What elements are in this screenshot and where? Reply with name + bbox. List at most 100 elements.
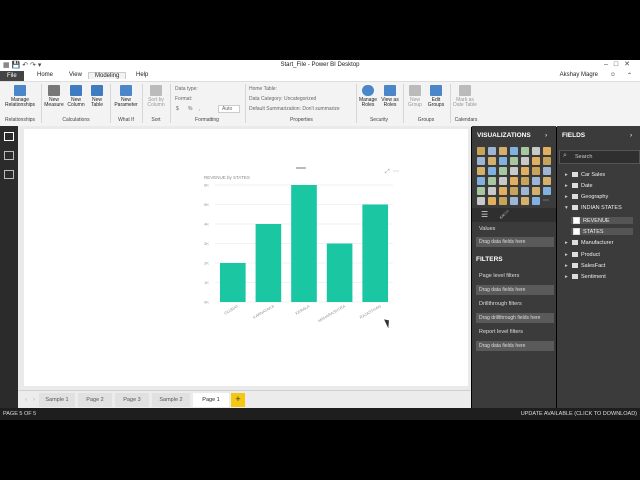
home-table-dropdown[interactable]: Home Table: bbox=[249, 86, 277, 92]
report-view-icon[interactable] bbox=[4, 132, 14, 141]
sort-by-column-button[interactable]: Sort by Column bbox=[145, 85, 167, 108]
visual-type-icon[interactable] bbox=[477, 157, 485, 165]
new-table-button[interactable]: New Table bbox=[88, 85, 106, 108]
visual-type-icon[interactable] bbox=[477, 167, 485, 175]
window-controls[interactable]: –□✕ bbox=[604, 60, 636, 68]
visual-type-icon[interactable] bbox=[532, 187, 540, 195]
tab-nav-next-icon[interactable]: › bbox=[30, 393, 38, 407]
visual-type-icon[interactable] bbox=[499, 147, 507, 155]
report-level-filters-drop-zone[interactable]: Drag data fields here bbox=[476, 341, 554, 351]
visual-type-icon[interactable] bbox=[543, 177, 551, 185]
bar-rajasthan[interactable] bbox=[362, 204, 389, 303]
visual-type-icon[interactable] bbox=[532, 167, 540, 175]
chevron-up-icon[interactable]: ⌃ bbox=[627, 72, 632, 79]
manage-roles-button[interactable]: Manage Roles bbox=[358, 85, 378, 108]
field-table-indian-states[interactable]: ▾ INDIAN STATES bbox=[565, 205, 622, 211]
mark-as-date-table-button[interactable]: Mark as Date Table bbox=[452, 85, 478, 108]
field-table-car-sales[interactable]: ▸ Car Sales bbox=[565, 172, 605, 178]
bar-chart[interactable]: ⤢ ⋯ REVENUE by STATES 0K 1K 2K 3K 4K 5K 6K GUJ… bbox=[201, 165, 403, 332]
visual-type-icon[interactable] bbox=[521, 157, 529, 165]
field-table-salesfact[interactable]: ▸ SalesFact bbox=[565, 263, 605, 269]
field-table-geography[interactable]: ▸ Geography bbox=[565, 194, 608, 200]
field-table-date[interactable]: ▸ Date bbox=[565, 183, 593, 189]
page-tab-page-1[interactable]: Page 1 bbox=[193, 393, 229, 407]
new-column-button[interactable]: New Column bbox=[66, 85, 86, 108]
visual-type-icon[interactable] bbox=[532, 147, 540, 155]
field-table-sentiment[interactable]: ▸ Sentiment bbox=[565, 274, 606, 280]
decimal-places-input[interactable]: Auto bbox=[218, 105, 240, 113]
visual-type-icon[interactable] bbox=[477, 187, 485, 195]
visual-type-icon[interactable] bbox=[510, 157, 518, 165]
new-parameter-button[interactable]: New Parameter bbox=[113, 85, 139, 108]
format-dropdown[interactable]: Format: bbox=[175, 96, 192, 102]
visual-type-icon[interactable] bbox=[477, 197, 485, 205]
visual-type-icon[interactable] bbox=[510, 147, 518, 155]
visual-type-icon[interactable] bbox=[543, 147, 551, 155]
visual-type-icon[interactable] bbox=[499, 177, 507, 185]
field-table-product[interactable]: ▸ Product bbox=[565, 252, 600, 258]
edit-groups-button[interactable]: Edit Groups bbox=[426, 85, 446, 108]
page-tab-page-2[interactable]: Page 2 bbox=[78, 393, 112, 407]
page-tab-sample-2[interactable]: Sample 2 bbox=[152, 393, 190, 407]
minimize-icon[interactable]: – bbox=[604, 61, 614, 68]
visual-type-icon[interactable] bbox=[510, 177, 518, 185]
visual-type-icon[interactable] bbox=[488, 187, 496, 195]
visual-type-icon[interactable] bbox=[499, 157, 507, 165]
comma-button[interactable]: , bbox=[199, 106, 200, 112]
format-paint-icon[interactable]: 🖌 bbox=[499, 210, 509, 219]
visual-type-icon[interactable] bbox=[488, 177, 496, 185]
maximize-icon[interactable]: □ bbox=[614, 61, 624, 68]
visual-type-icon[interactable] bbox=[488, 147, 496, 155]
data-type-dropdown[interactable]: Data type: bbox=[175, 86, 198, 92]
tab-nav-prev-icon[interactable]: ‹ bbox=[22, 393, 30, 407]
manage-relationships-button[interactable]: Manage Relationships bbox=[3, 85, 37, 108]
visual-type-icon[interactable] bbox=[521, 167, 529, 175]
page-level-filters-drop-zone[interactable]: Drag data fields here bbox=[476, 285, 554, 295]
new-measure-button[interactable]: New Measure bbox=[44, 85, 64, 108]
page-tab-sample-1[interactable]: Sample 1 bbox=[39, 393, 75, 407]
tab-view[interactable]: View bbox=[69, 72, 82, 78]
fields-well-icon[interactable]: ☰ bbox=[481, 210, 488, 219]
tab-home[interactable]: Home bbox=[37, 72, 53, 78]
more-options-icon[interactable]: ⋯ bbox=[393, 169, 399, 175]
visual-type-icon[interactable] bbox=[477, 147, 485, 155]
visual-type-icon[interactable] bbox=[543, 167, 551, 175]
close-icon[interactable]: ✕ bbox=[624, 61, 636, 68]
visual-type-icon[interactable] bbox=[488, 157, 496, 165]
bar-gujrat[interactable] bbox=[219, 263, 246, 302]
currency-button[interactable]: $ bbox=[176, 106, 179, 112]
default-summarization-dropdown[interactable]: Default Summarization: Don't summarize bbox=[249, 106, 340, 112]
visual-type-icon[interactable] bbox=[521, 187, 529, 195]
visual-type-icon[interactable]: ⋯ bbox=[543, 197, 551, 205]
chart-visual[interactable]: ⤢ ⋯ REVENUE by STATES 0K 1K 2K 3K 4K 5K 6K GUJ… bbox=[201, 165, 403, 332]
field-revenue[interactable]: REVENUE bbox=[571, 217, 633, 224]
percent-button[interactable]: % bbox=[188, 106, 192, 112]
visual-type-icon[interactable] bbox=[532, 157, 540, 165]
visual-type-icon[interactable] bbox=[532, 177, 540, 185]
visual-type-icon[interactable] bbox=[499, 187, 507, 195]
field-table-manufacturer[interactable]: ▸ Manufacturer bbox=[565, 240, 613, 246]
bar-kerala[interactable] bbox=[291, 185, 317, 302]
relationships-view-icon[interactable] bbox=[4, 170, 14, 179]
bar-maharashtra[interactable] bbox=[326, 243, 353, 303]
focus-mode-icon[interactable]: ⤢ bbox=[385, 168, 390, 175]
drillthrough-drop-zone[interactable]: Drag drillthrough fields here bbox=[476, 313, 554, 323]
visual-type-icon[interactable] bbox=[510, 197, 518, 205]
visual-type-icon[interactable] bbox=[543, 187, 551, 195]
visual-type-icon[interactable] bbox=[532, 197, 540, 205]
visual-type-icon[interactable] bbox=[499, 197, 507, 205]
data-category-dropdown[interactable]: Data Category: Uncategorized bbox=[249, 96, 316, 102]
visual-type-icon[interactable] bbox=[477, 177, 485, 185]
visual-type-icon[interactable] bbox=[510, 167, 518, 175]
visual-type-icon[interactable] bbox=[499, 167, 507, 175]
tab-help[interactable]: Help bbox=[136, 72, 148, 78]
drag-handle-icon[interactable] bbox=[296, 167, 306, 169]
visual-type-icon[interactable] bbox=[510, 187, 518, 195]
view-as-roles-button[interactable]: View as Roles bbox=[380, 85, 400, 108]
smiley-icon[interactable]: ☺ bbox=[610, 72, 616, 78]
update-available-link[interactable]: UPDATE AVAILABLE (CLICK TO DOWNLOAD) bbox=[521, 411, 637, 417]
visual-type-icon[interactable] bbox=[521, 147, 529, 155]
visual-type-icon[interactable] bbox=[488, 167, 496, 175]
visual-type-icon[interactable] bbox=[521, 197, 529, 205]
add-page-button[interactable]: + bbox=[231, 393, 245, 407]
